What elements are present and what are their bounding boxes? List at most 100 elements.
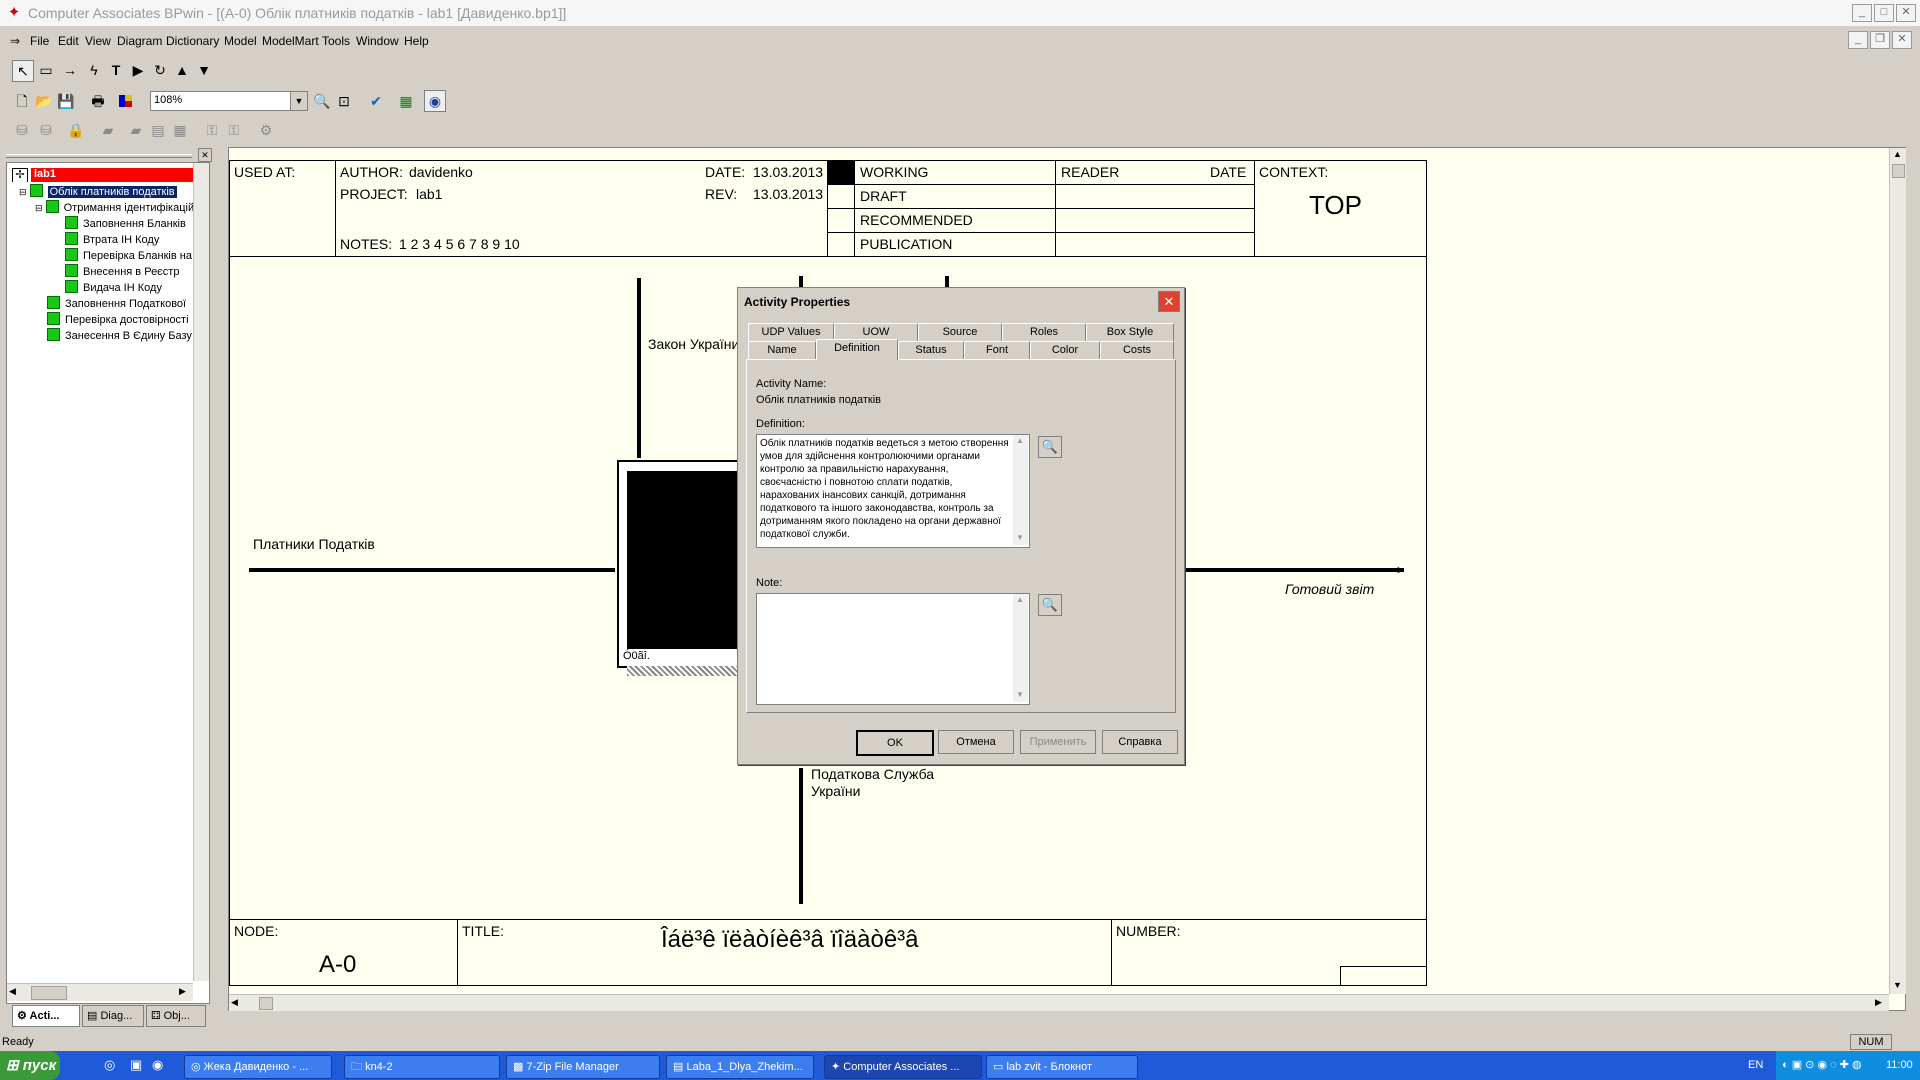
go-down-icon[interactable]: ▼ <box>194 60 214 80</box>
panel-close-icon[interactable]: ✕ <box>198 148 212 162</box>
new-file-icon[interactable]: 🗋 <box>12 91 32 111</box>
task-word[interactable]: ▤ Laba_1_Dlya_Zhekim... <box>666 1055 814 1079</box>
mdi-doc-icon[interactable]: ⇒ <box>10 34 20 48</box>
tab-status[interactable]: Status <box>898 341 964 359</box>
tree-item[interactable]: Втрата ІН Коду <box>65 232 200 246</box>
menu-dictionary[interactable]: Dictionary <box>166 34 219 48</box>
tree-item[interactable]: Заповнення Бланків <box>65 216 200 230</box>
input-arrow[interactable] <box>249 568 615 572</box>
tab-definition[interactable]: Definition <box>816 339 898 360</box>
tab-color[interactable]: Color <box>1030 341 1100 359</box>
mm-disconnect-icon[interactable]: ⛁ <box>36 120 56 140</box>
mechanism-arrow[interactable] <box>799 768 803 904</box>
activity-properties-dialog[interactable]: Activity Properties ✕ UDP Values UOW Sou… <box>737 287 1185 765</box>
tree-item[interactable]: Видача ІН Коду <box>65 280 200 294</box>
tree-item[interactable]: Перевірка Бланків на <box>65 248 200 262</box>
pointer-tool-icon[interactable]: ↖ <box>12 60 34 82</box>
menu-help[interactable]: Help <box>404 34 429 48</box>
color-palette-icon[interactable] <box>116 91 136 111</box>
tree-item[interactable]: ⊟ Облік платників податків <box>19 184 199 198</box>
zoom-select[interactable]: 108% ▼ <box>150 91 308 111</box>
definition-textarea[interactable]: Облік платників податків ведеться з мето… <box>756 434 1030 548</box>
mm-connect-icon[interactable]: ⛁ <box>12 120 32 140</box>
zoom-in-icon[interactable]: 🔍 <box>312 91 332 111</box>
menu-tools[interactable]: Tools <box>322 34 350 48</box>
mdi-minimize-button[interactable]: _ <box>1848 31 1868 49</box>
tab-objects[interactable]: ⚃ Obj... <box>146 1005 206 1027</box>
menu-view[interactable]: View <box>85 34 111 48</box>
squiggle-tool-icon[interactable]: ϟ <box>84 60 104 80</box>
text-tool-icon[interactable]: T <box>106 60 126 80</box>
help-button[interactable]: Справка <box>1102 730 1178 754</box>
language-indicator[interactable]: EN <box>1748 1059 1763 1071</box>
definition-scrollbar[interactable]: ▲ ▼ <box>1013 435 1028 545</box>
tab-box-style[interactable]: Box Style <box>1086 323 1174 341</box>
tree-vscrollbar[interactable] <box>193 163 209 981</box>
go-to-child-icon[interactable]: ▶ <box>128 60 148 80</box>
minimize-button[interactable]: _ <box>1852 4 1872 22</box>
control-arrow[interactable] <box>637 278 641 458</box>
task-folder[interactable]: 🗀 kn4-2 <box>344 1055 500 1079</box>
rotate-icon[interactable]: ↻ <box>150 60 170 80</box>
task-bpwin[interactable]: ✦ Computer Associates ... <box>824 1055 982 1079</box>
model-explorer-tree[interactable]: ✢ lab1 ⊟ Облік платників податків ⊟ Отри… <box>6 162 210 1004</box>
tree-root-expander[interactable]: ✢ <box>12 168 28 182</box>
window-title-bar[interactable]: ✦ Computer Associates BPwin - [(A-0) Обл… <box>0 0 1920 27</box>
print-icon[interactable]: 🖶 <box>88 91 108 111</box>
menu-modelmart[interactable]: ModelMart <box>262 34 319 48</box>
save-quicklaunch-icon[interactable]: ▣ <box>130 1057 142 1073</box>
activity-box[interactable]: Ó0ãî. <box>617 460 745 668</box>
tab-activities[interactable]: ⚙ Acti... <box>12 1005 80 1027</box>
arrow-tool-icon[interactable]: → <box>60 60 80 80</box>
tab-diagrams[interactable]: ▤ Diag... <box>82 1005 144 1027</box>
tree-hscrollbar[interactable]: ◀ ▶ <box>7 983 193 1001</box>
cancel-button[interactable]: Отмена <box>938 730 1014 754</box>
tree-item[interactable]: Заповнення Податкової <box>47 296 200 310</box>
tree-item[interactable]: ⊟ Отримання ідентифікаційного <box>35 200 200 214</box>
tab-font[interactable]: Font <box>964 341 1030 359</box>
mm-merge-icon[interactable]: ⚿ <box>224 120 244 140</box>
modelmart-icon[interactable]: ◉ <box>424 90 446 112</box>
close-button[interactable]: ✕ <box>1896 4 1916 22</box>
maximize-button[interactable]: □ <box>1874 4 1894 22</box>
menu-window[interactable]: Window <box>356 34 399 48</box>
mdi-restore-button[interactable]: ❐ <box>1870 31 1890 49</box>
canvas-vscrollbar[interactable]: ▲ ▼ <box>1889 148 1906 994</box>
output-arrow[interactable] <box>1184 568 1404 572</box>
tab-roles[interactable]: Roles <box>1002 323 1086 341</box>
mm-admin-icon[interactable]: ⚙ <box>256 120 276 140</box>
zoom-fit-icon[interactable]: ⊡ <box>334 91 354 111</box>
ok-button[interactable]: OK <box>856 730 934 756</box>
open-folder-icon[interactable]: 📂 <box>34 91 54 111</box>
note-scrollbar[interactable]: ▲ ▼ <box>1013 594 1028 702</box>
box-tool-icon[interactable]: ▭ <box>36 60 56 80</box>
chrome-quicklaunch-icon[interactable]: ◎ <box>104 1057 115 1073</box>
menu-edit[interactable]: Edit <box>58 34 79 48</box>
chevron-down-icon[interactable]: ▼ <box>290 92 307 110</box>
dialog-title-bar[interactable]: Activity Properties ✕ <box>738 288 1184 316</box>
mm-open-icon[interactable]: ▰ <box>98 120 118 140</box>
start-button[interactable]: ⊞ пуск <box>0 1051 60 1080</box>
note-zoom-button[interactable]: 🔍 <box>1038 594 1062 616</box>
tree-item[interactable]: Внесення в Реєстр <box>65 264 200 278</box>
mm-save-icon[interactable]: ▰ <box>126 120 146 140</box>
apply-button[interactable]: Применить <box>1020 730 1096 754</box>
task-7zip[interactable]: ▩ 7-Zip File Manager <box>506 1055 660 1079</box>
tab-costs[interactable]: Costs <box>1100 341 1174 359</box>
definition-zoom-button[interactable]: 🔍 <box>1038 436 1062 458</box>
lock-icon[interactable]: 🔒 <box>66 120 86 140</box>
tree-item[interactable]: Перевірка достовірності <box>47 312 200 326</box>
dialog-close-icon[interactable]: ✕ <box>1158 291 1180 312</box>
browser-quicklaunch-icon[interactable]: ◉ <box>152 1057 163 1073</box>
menu-file[interactable]: File <box>30 34 49 48</box>
mdi-close-button[interactable]: ✕ <box>1892 31 1912 49</box>
task-notepad[interactable]: ▭ lab zvit - Блокнот <box>986 1055 1138 1079</box>
model-explorer-icon[interactable]: ▦ <box>396 91 416 111</box>
tree-item[interactable]: Занесення В Єдину Базу <box>47 328 200 342</box>
tab-name[interactable]: Name <box>748 341 816 359</box>
note-textarea[interactable]: ▲ ▼ <box>756 593 1030 705</box>
spell-check-icon[interactable]: ✔ <box>366 91 386 111</box>
task-chrome[interactable]: ◎ Жека Давиденко - ... <box>184 1055 332 1079</box>
mm-security-icon[interactable]: ⚿ <box>202 120 222 140</box>
tree-root-item[interactable]: lab1 <box>31 168 199 182</box>
